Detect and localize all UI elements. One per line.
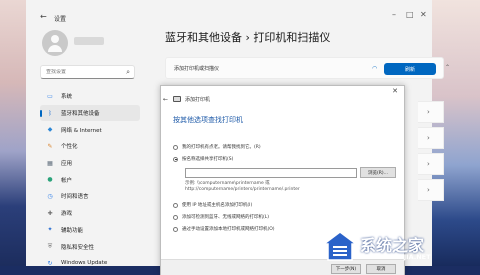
close-icon[interactable]: ✕ <box>392 87 398 95</box>
chevron-right-icon: › <box>427 134 430 142</box>
sidebar-item-gaming[interactable]: ✚ 游戏 <box>40 205 140 222</box>
sidebar-item-time-language[interactable]: ◷ 时间和语言 <box>40 188 140 205</box>
refresh-button[interactable]: 刷新 <box>384 63 436 75</box>
account-icon: ● <box>47 176 53 184</box>
sidebar-item-system[interactable]: ▭ 系统 <box>40 88 140 105</box>
search-icon[interactable]: ⌕ <box>126 68 130 77</box>
watermark-logo-icon <box>322 231 358 261</box>
chevron-right-icon: › <box>427 186 430 194</box>
update-icon: ↻ <box>47 259 53 267</box>
accessibility-icon: ✦ <box>47 226 53 234</box>
dialog-heading: 按其他选项查找打印机 <box>173 116 243 124</box>
sidebar-item-privacy[interactable]: ⛨ 隐私和安全性 <box>40 238 140 255</box>
account-name-blurred <box>74 37 104 45</box>
browse-button[interactable]: 浏览(R)... <box>360 167 396 178</box>
radio-button[interactable] <box>173 144 178 150</box>
example-text-2: http://computername/printers/printername… <box>185 187 300 192</box>
sidebar-item-apps[interactable]: ▦ 应用 <box>40 155 140 172</box>
sidebar-item-bluetooth[interactable]: ᛒ 蓝牙和其他设备 <box>40 104 140 122</box>
radio-button[interactable] <box>173 226 178 232</box>
window-title: 设置 <box>54 16 67 23</box>
add-printer-card: 添加打印机或扫描仪 ◠ 刷新 ⌃ <box>165 57 450 79</box>
gamepad-icon: ✚ <box>47 209 53 217</box>
sidebar-item-personalization[interactable]: ✎ 个性化 <box>40 138 140 155</box>
example-text-1: 示例: \\computername\printername 或 <box>185 181 270 186</box>
brush-icon: ✎ <box>47 142 53 150</box>
printer-row-3[interactable]: › <box>418 153 444 175</box>
back-arrow-icon[interactable]: ← <box>40 12 47 21</box>
radio-button-selected[interactable] <box>173 156 178 162</box>
option-bluetooth-wireless[interactable]: 添加可检测到蓝牙、无线或网络的打印机(L) <box>173 214 269 220</box>
watermark-url: XITONGZHIJIA.NET <box>363 253 431 261</box>
avatar[interactable] <box>42 30 68 56</box>
watermark: 系统之家 XITONGZHIJIA.NET <box>320 226 470 272</box>
network-icon: ◆ <box>47 126 53 134</box>
printer-row-2[interactable]: › <box>418 127 444 149</box>
radio-button[interactable] <box>173 214 178 220</box>
shield-icon: ⛨ <box>47 242 53 250</box>
sidebar-item-accounts[interactable]: ● 帐户 <box>40 171 140 188</box>
dialog-title: 添加打印机 <box>185 97 211 103</box>
option-shared-printer[interactable]: 按名称选择共享打印机(S) <box>173 156 233 162</box>
printer-row-1[interactable]: › <box>418 101 444 123</box>
chevron-right-icon: › <box>427 160 430 168</box>
page-title: 蓝牙和其他设备 › 打印机和扫描仪 <box>165 31 331 44</box>
loading-spinner-icon: ◠ <box>372 65 378 72</box>
chevron-up-icon[interactable]: ⌃ <box>445 64 450 71</box>
close-icon[interactable]: ✕ <box>420 10 427 19</box>
bluetooth-icon: ᛒ <box>48 109 52 117</box>
maximize-icon[interactable]: □ <box>406 10 414 19</box>
printer-row-4[interactable]: › <box>418 179 444 201</box>
radio-button[interactable] <box>173 202 178 208</box>
wallpaper-left <box>0 0 26 275</box>
printer-icon <box>173 96 181 102</box>
option-ip-address[interactable]: 使用 IP 地址或主机名添加打印机(I) <box>173 202 252 208</box>
back-arrow-icon[interactable]: ← <box>163 96 168 103</box>
search-box[interactable]: ⌕ <box>40 65 135 79</box>
monitor-icon: ▭ <box>47 92 53 100</box>
shared-printer-path-input[interactable] <box>185 168 357 178</box>
option-old-printer[interactable]: 我的打印机有点老。请帮我找到它。(R) <box>173 144 261 150</box>
add-printer-label: 添加打印机或扫描仪 <box>174 66 220 72</box>
search-input[interactable] <box>46 69 122 75</box>
clock-globe-icon: ◷ <box>47 192 53 200</box>
sidebar-nav: ▭ 系统 ᛒ 蓝牙和其他设备 ◆ 网络 & Internet ✎ 个性化 ▦ 应… <box>40 88 140 272</box>
sidebar-item-accessibility[interactable]: ✦ 辅助功能 <box>40 222 140 239</box>
sidebar-item-windows-update[interactable]: ↻ Windows Update <box>40 255 140 272</box>
apps-icon: ▦ <box>47 159 53 167</box>
sidebar-item-network[interactable]: ◆ 网络 & Internet <box>40 121 140 138</box>
chevron-right-icon: › <box>427 108 430 116</box>
minimize-icon[interactable]: – <box>392 10 396 19</box>
option-manual-setup[interactable]: 通过手动设置添加本地打印机或网络打印机(O) <box>173 226 275 232</box>
